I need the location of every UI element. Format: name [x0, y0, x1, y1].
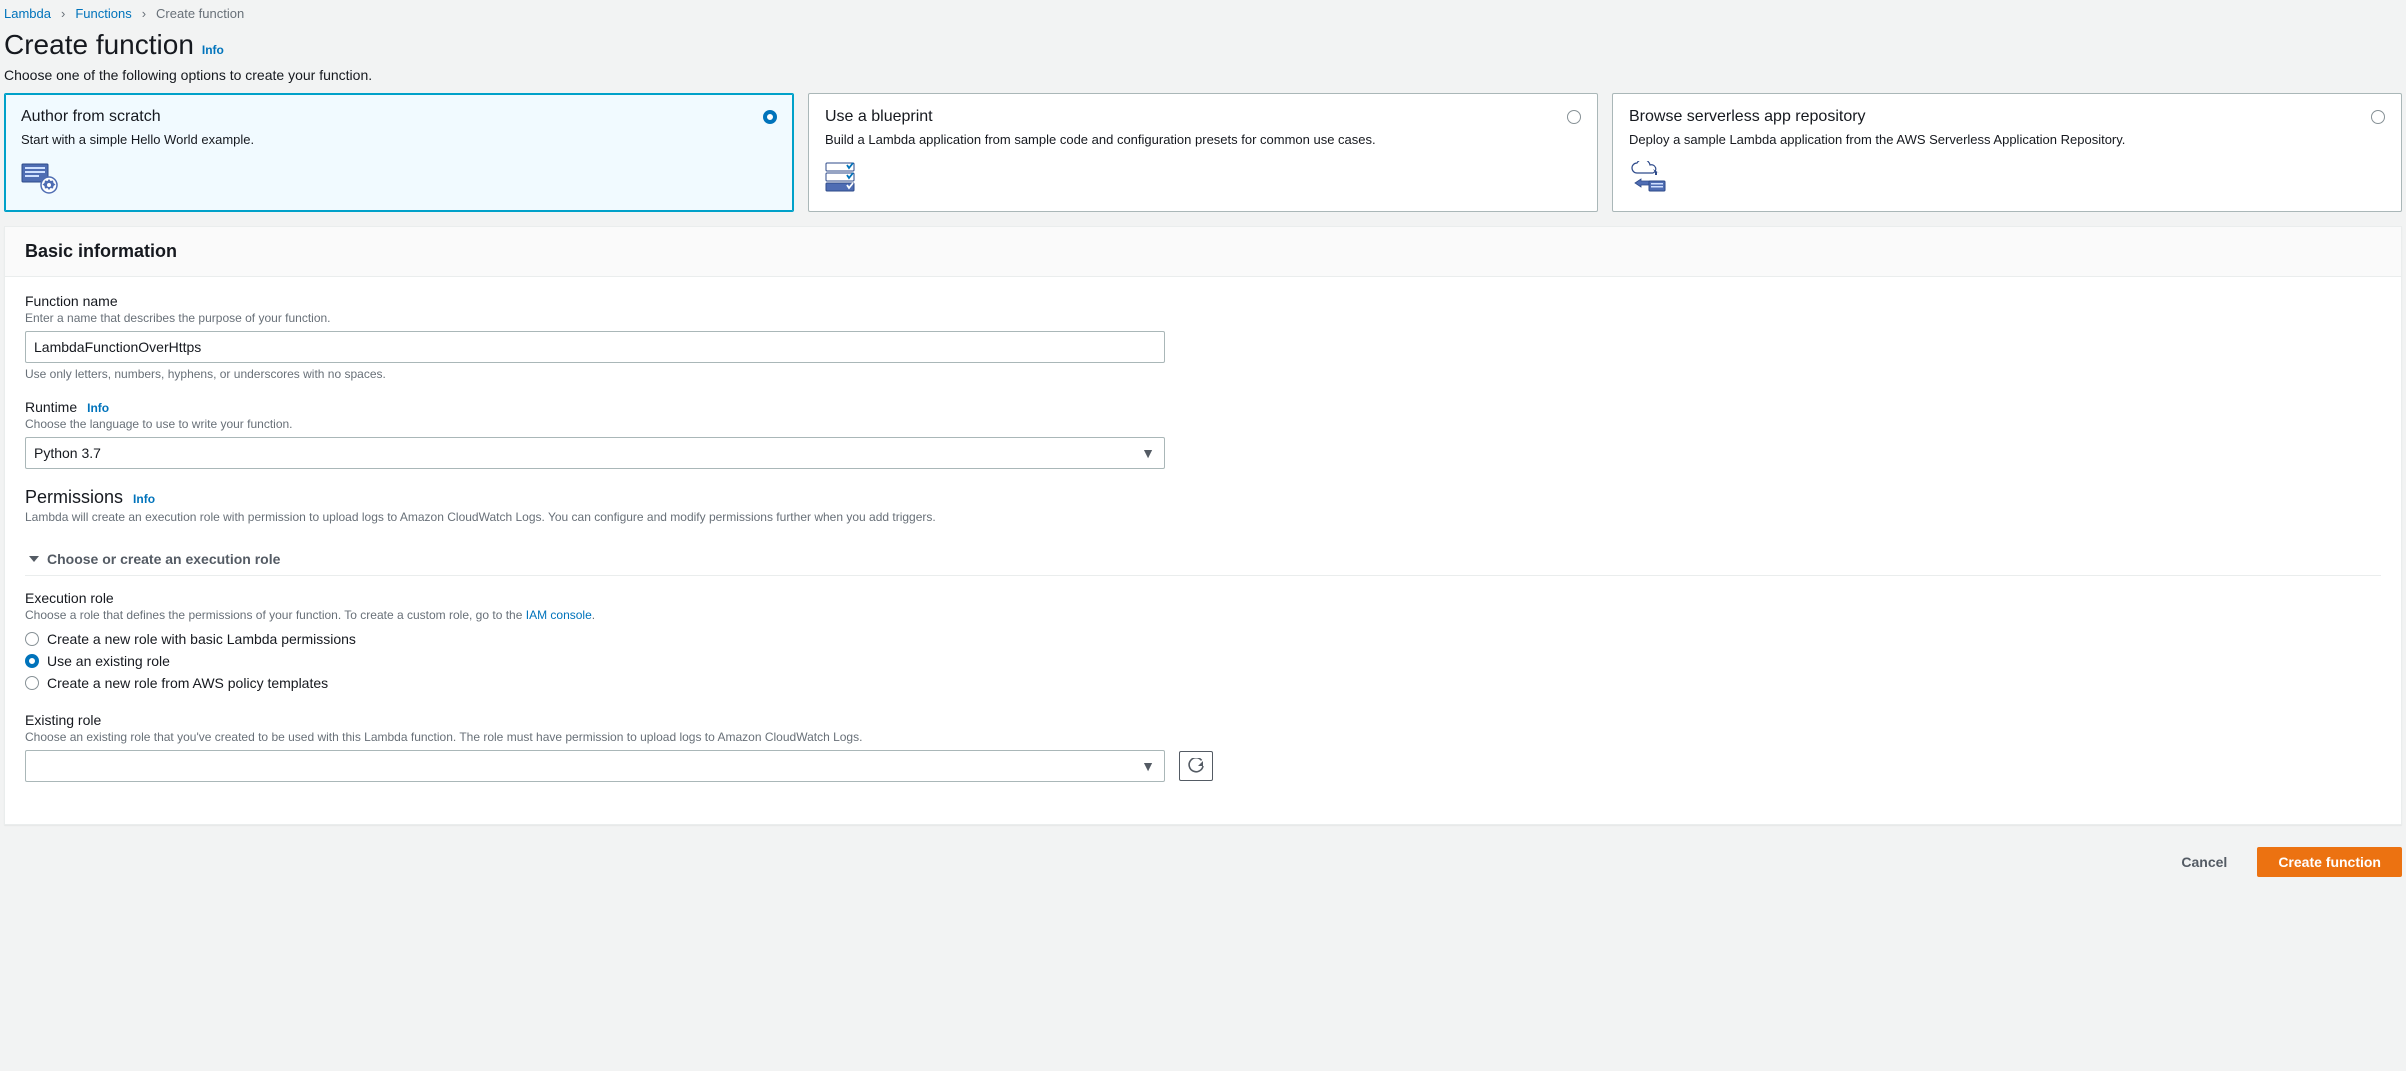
radio-icon [25, 632, 39, 646]
execution-role-group: Execution role Choose a role that define… [25, 590, 2381, 694]
radio-icon [2371, 110, 2385, 124]
permissions-section: Permissions Info Lambda will create an e… [25, 487, 2381, 782]
execution-role-hint-suffix: . [592, 608, 595, 622]
breadcrumb-functions[interactable]: Functions [75, 6, 131, 21]
permissions-desc: Lambda will create an execution role wit… [25, 510, 2381, 524]
breadcrumb: Lambda › Functions › Create function [0, 0, 2406, 23]
option-desc: Build a Lambda application from sample c… [825, 132, 1581, 147]
execution-role-label: Execution role [25, 590, 2381, 606]
option-use-blueprint[interactable]: Use a blueprint Build a Lambda applicati… [808, 93, 1598, 212]
role-option-policy-templates[interactable]: Create a new role from AWS policy templa… [25, 672, 2381, 694]
panel-header: Basic information [5, 227, 2401, 277]
basic-information-panel: Basic information Function name Enter a … [4, 226, 2402, 825]
function-name-hint: Enter a name that describes the purpose … [25, 311, 1165, 325]
role-option-use-existing[interactable]: Use an existing role [25, 650, 2381, 672]
existing-role-hint: Choose an existing role that you've crea… [25, 730, 2381, 744]
existing-role-group: Existing role Choose an existing role th… [25, 712, 2381, 782]
execution-role-hint-text: Choose a role that defines the permissio… [25, 608, 526, 622]
expander-label: Choose or create an execution role [47, 551, 280, 567]
option-title: Browse serverless app repository [1629, 108, 2385, 126]
execution-role-expander[interactable]: Choose or create an execution role [25, 542, 2381, 576]
cancel-button[interactable]: Cancel [2161, 847, 2247, 877]
option-cards: Author from scratch Start with a simple … [0, 93, 2406, 226]
function-name-group: Function name Enter a name that describe… [25, 293, 1165, 381]
runtime-select[interactable]: Python 3.7 [25, 437, 1165, 469]
option-desc: Start with a simple Hello World example. [21, 132, 777, 147]
execution-role-radio-list: Create a new role with basic Lambda perm… [25, 628, 2381, 694]
option-author-from-scratch[interactable]: Author from scratch Start with a simple … [4, 93, 794, 212]
role-option-label: Use an existing role [47, 653, 170, 669]
role-option-label: Create a new role with basic Lambda perm… [47, 631, 356, 647]
radio-icon [1567, 110, 1581, 124]
radio-icon [25, 654, 39, 668]
create-function-button[interactable]: Create function [2257, 847, 2402, 877]
footer-actions: Cancel Create function [0, 837, 2406, 901]
radio-icon [763, 110, 777, 124]
existing-role-select[interactable] [25, 750, 1165, 782]
option-title: Author from scratch [21, 108, 777, 126]
runtime-group: Runtime Info Choose the language to use … [25, 399, 1165, 469]
runtime-value: Python 3.7 [34, 445, 101, 461]
permissions-label: Permissions [25, 487, 123, 508]
option-serverless-repo[interactable]: Browse serverless app repository Deploy … [1612, 93, 2402, 212]
radio-icon [25, 676, 39, 690]
triangle-down-icon [29, 556, 39, 562]
refresh-icon [1188, 758, 1204, 774]
role-option-create-basic[interactable]: Create a new role with basic Lambda perm… [25, 628, 2381, 650]
page-subtitle: Choose one of the following options to c… [4, 67, 2402, 83]
refresh-button[interactable] [1179, 751, 1213, 781]
chevron-right-icon: › [142, 6, 146, 21]
info-link[interactable]: Info [202, 43, 224, 57]
cloud-deploy-icon [1629, 161, 2385, 195]
page-title: Create function [4, 29, 194, 61]
breadcrumb-current: Create function [156, 6, 244, 21]
runtime-hint: Choose the language to use to write your… [25, 417, 1165, 431]
iam-console-link[interactable]: IAM console [526, 608, 592, 622]
function-name-label: Function name [25, 293, 1165, 309]
permissions-info-link[interactable]: Info [133, 492, 155, 506]
breadcrumb-lambda[interactable]: Lambda [4, 6, 51, 21]
option-desc: Deploy a sample Lambda application from … [1629, 132, 2385, 147]
document-gear-icon [21, 161, 777, 195]
panel-title: Basic information [25, 241, 2381, 262]
page-header: Create function Info Choose one of the f… [0, 23, 2406, 93]
option-title: Use a blueprint [825, 108, 1581, 126]
existing-role-label: Existing role [25, 712, 2381, 728]
runtime-info-link[interactable]: Info [87, 401, 109, 415]
function-name-constraint: Use only letters, numbers, hyphens, or u… [25, 367, 1165, 381]
blueprint-list-icon [825, 161, 1581, 195]
function-name-input[interactable] [25, 331, 1165, 363]
execution-role-hint: Choose a role that defines the permissio… [25, 608, 2381, 622]
chevron-right-icon: › [61, 6, 65, 21]
runtime-label: Runtime [25, 399, 77, 415]
role-option-label: Create a new role from AWS policy templa… [47, 675, 328, 691]
